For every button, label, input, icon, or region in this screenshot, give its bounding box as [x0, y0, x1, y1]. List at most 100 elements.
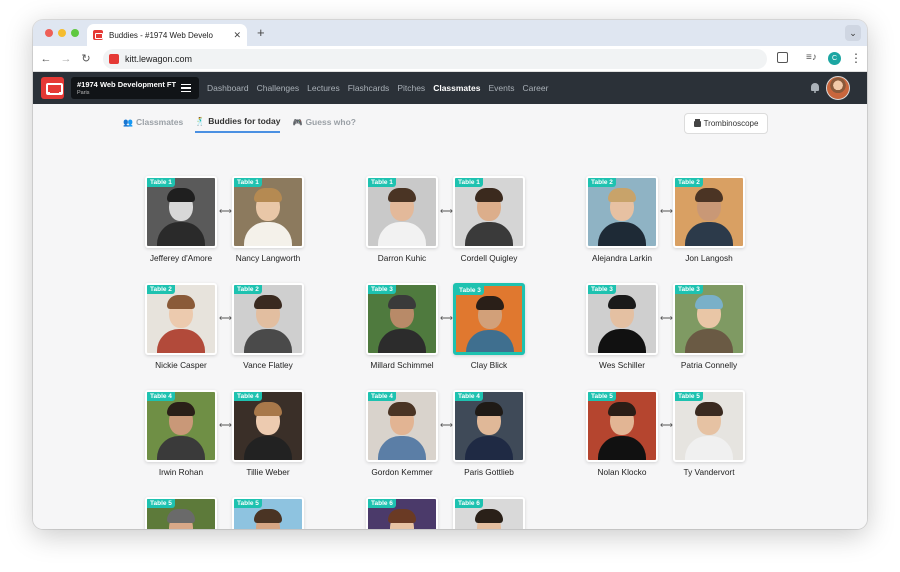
classmate-photo[interactable]: Table 2: [586, 176, 658, 248]
tab-close-icon[interactable]: ✕: [233, 30, 241, 41]
tab-search-chevron-icon[interactable]: ⌄: [845, 25, 861, 41]
classmate-card[interactable]: Table 2 Vance Flatley: [232, 283, 304, 370]
classmate-name[interactable]: Ty Vandervort: [661, 467, 757, 477]
notification-bell-icon[interactable]: [811, 83, 819, 93]
classmate-name[interactable]: Clay Blick: [441, 360, 537, 370]
media-control-icon[interactable]: ≡♪: [806, 51, 817, 65]
classmate-card[interactable]: Table 3 Wes Schiller: [586, 283, 658, 370]
user-avatar[interactable]: [826, 76, 850, 100]
classmate-photo[interactable]: Table 3: [366, 283, 438, 355]
main-content: 👥 Classmates 🕺 Buddies for today 🎮 Guess…: [33, 104, 867, 529]
classmate-photo[interactable]: Table 1: [145, 176, 217, 248]
batch-selector[interactable]: #1974 Web Development FT Paris: [71, 77, 199, 99]
classmate-name[interactable]: Nickie Casper: [133, 360, 229, 370]
classmate-photo[interactable]: Table 6: [366, 497, 438, 529]
classmate-photo[interactable]: Table 5: [232, 497, 304, 529]
pair-arrow-icon: ⟷: [660, 313, 673, 323]
minimize-window-button[interactable]: [58, 29, 66, 37]
classmate-card[interactable]: Table 6: [453, 497, 525, 529]
close-window-button[interactable]: [45, 29, 53, 37]
forward-arrow-icon[interactable]: →: [59, 50, 73, 68]
maximize-window-button[interactable]: [71, 29, 79, 37]
table-badge: Table 5: [234, 499, 262, 508]
classmate-card[interactable]: Table 6: [366, 497, 438, 529]
classmate-photo[interactable]: Table 1: [232, 176, 304, 248]
new-tab-button[interactable]: +: [257, 24, 265, 42]
classmate-name[interactable]: Darron Kuhic: [354, 253, 450, 263]
nav-link-classmates[interactable]: Classmates: [433, 83, 480, 93]
classmate-photo[interactable]: Table 1: [366, 176, 438, 248]
classmate-photo[interactable]: Table 2: [232, 283, 304, 355]
nav-link-career[interactable]: Career: [522, 83, 548, 93]
classmate-photo[interactable]: Table 4: [453, 390, 525, 462]
nav-link-lectures[interactable]: Lectures: [307, 83, 340, 93]
classmate-card[interactable]: Table 1 Nancy Langworth: [232, 176, 304, 263]
table-badge: Table 2: [675, 178, 703, 187]
portrait-body: [244, 222, 292, 246]
back-arrow-icon[interactable]: ←: [39, 50, 53, 68]
portrait-hair: [254, 509, 282, 523]
classmate-card[interactable]: Table 5: [145, 497, 217, 529]
classmate-name[interactable]: Tillie Weber: [220, 467, 316, 477]
classmate-card[interactable]: Table 1 Darron Kuhic: [366, 176, 438, 263]
classmate-name[interactable]: Cordell Quigley: [441, 253, 537, 263]
nav-link-pitches[interactable]: Pitches: [397, 83, 425, 93]
classmate-photo[interactable]: Table 4: [145, 390, 217, 462]
classmate-name[interactable]: Nancy Langworth: [220, 253, 316, 263]
classmate-card[interactable]: Table 3 Patria Connelly: [673, 283, 745, 370]
classmate-name[interactable]: Jon Langosh: [661, 253, 757, 263]
classmate-photo[interactable]: Table 4: [366, 390, 438, 462]
browser-menu-icon[interactable]: ⋮: [850, 50, 862, 66]
classmate-name[interactable]: Irwin Rohan: [133, 467, 229, 477]
classmate-card[interactable]: Table 4 Gordon Kemmer: [366, 390, 438, 477]
classmate-photo[interactable]: Table 5: [145, 497, 217, 529]
classmate-photo[interactable]: Table 3: [453, 283, 525, 355]
classmate-photo[interactable]: Table 3: [586, 283, 658, 355]
address-bar[interactable]: kitt.lewagon.com: [103, 49, 767, 69]
table-badge: Table 1: [147, 178, 175, 187]
classmate-card[interactable]: Table 3 Clay Blick: [453, 283, 525, 370]
classmate-name[interactable]: Gordon Kemmer: [354, 467, 450, 477]
nav-link-events[interactable]: Events: [488, 83, 514, 93]
nav-link-challenges[interactable]: Challenges: [257, 83, 300, 93]
classmate-photo[interactable]: Table 5: [673, 390, 745, 462]
nav-link-flashcards[interactable]: Flashcards: [348, 83, 390, 93]
classmate-name[interactable]: Patria Connelly: [661, 360, 757, 370]
classmate-card[interactable]: Table 5 Nolan Klocko: [586, 390, 658, 477]
classmate-photo[interactable]: Table 2: [145, 283, 217, 355]
classmate-card[interactable]: Table 3 Millard Schimmel: [366, 283, 438, 370]
classmate-card[interactable]: Table 2 Alejandra Larkin: [586, 176, 658, 263]
browser-tab-active[interactable]: Buddies - #1974 Web Develo ✕: [87, 24, 247, 46]
profile-avatar[interactable]: C: [828, 52, 841, 65]
reload-icon[interactable]: ↻: [79, 50, 93, 68]
classmate-card[interactable]: Table 2 Jon Langosh: [673, 176, 745, 263]
classmate-photo[interactable]: Table 2: [673, 176, 745, 248]
classmate-card[interactable]: Table 4 Tillie Weber: [232, 390, 304, 477]
classmate-card[interactable]: Table 4 Paris Gottlieb: [453, 390, 525, 477]
classmate-card[interactable]: Table 2 Nickie Casper: [145, 283, 217, 370]
nav-link-dashboard[interactable]: Dashboard: [207, 83, 249, 93]
lewagon-logo-icon[interactable]: [41, 77, 64, 99]
classmate-name[interactable]: Nolan Klocko: [574, 467, 670, 477]
classmate-card[interactable]: Table 5: [232, 497, 304, 529]
classmate-name[interactable]: Jefferey d'Amore: [133, 253, 229, 263]
classmate-photo[interactable]: Table 1: [453, 176, 525, 248]
classmate-photo[interactable]: Table 6: [453, 497, 525, 529]
table-badge: Table 3: [368, 285, 396, 294]
classmate-name[interactable]: Alejandra Larkin: [574, 253, 670, 263]
extensions-puzzle-icon[interactable]: [777, 52, 788, 63]
classmate-photo[interactable]: Table 5: [586, 390, 658, 462]
classmate-card[interactable]: Table 1 Cordell Quigley: [453, 176, 525, 263]
hamburger-menu-icon[interactable]: [181, 84, 191, 92]
classmate-card[interactable]: Table 4 Irwin Rohan: [145, 390, 217, 477]
portrait-body: [244, 329, 292, 353]
classmate-name[interactable]: Vance Flatley: [220, 360, 316, 370]
classmate-card[interactable]: Table 5 Ty Vandervort: [673, 390, 745, 477]
classmate-card[interactable]: Table 1 Jefferey d'Amore: [145, 176, 217, 263]
classmate-name[interactable]: Paris Gottlieb: [441, 467, 537, 477]
classmate-name[interactable]: Wes Schiller: [574, 360, 670, 370]
classmate-photo[interactable]: Table 4: [232, 390, 304, 462]
buddy-pair: Table 4 Gordon Kemmer Table 4 Paris Gottlie…: [366, 390, 532, 486]
classmate-photo[interactable]: Table 3: [673, 283, 745, 355]
classmate-name[interactable]: Millard Schimmel: [354, 360, 450, 370]
